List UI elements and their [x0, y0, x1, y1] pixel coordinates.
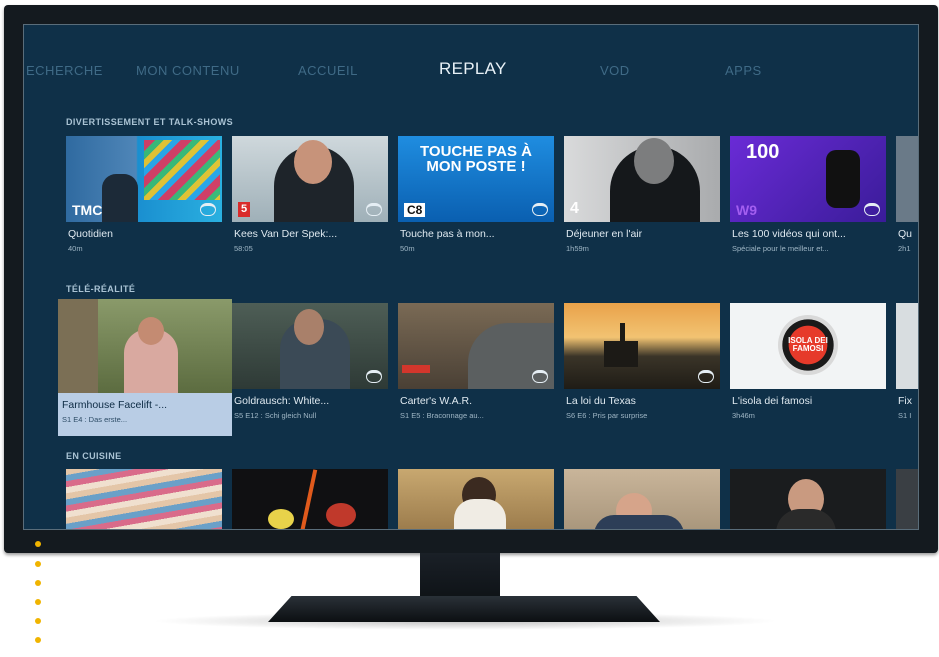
card-subtitle: 1h59m	[566, 244, 589, 253]
card-subtitle: 40m	[68, 244, 83, 253]
card-goldrausch[interactable]: Goldrausch: White... S5 E12 : Schi gleic…	[232, 303, 388, 420]
tv-stand-base	[268, 596, 660, 622]
card-subtitle: 58:05	[234, 244, 253, 253]
card-thumbnail: ISOLA DEI FAMOSI	[730, 303, 886, 389]
tv-screen: ECHERCHE MON CONTENU ACCUEIL REPLAY VOD …	[23, 24, 919, 530]
tv-stand-neck	[420, 553, 500, 601]
card-cuisine-1[interactable]	[66, 469, 222, 529]
card-kees-van-der-spek[interactable]: 5 Kees Van Der Spek:... 58:05	[232, 136, 388, 253]
card-title: Carter's W.A.R.	[400, 395, 473, 407]
card-title: Fix	[898, 395, 912, 407]
card-subtitle: S1 I	[898, 411, 912, 420]
replay-icon	[366, 203, 382, 216]
nav-item-mon-contenu[interactable]: MON CONTENU	[136, 63, 240, 78]
card-title: Goldrausch: White...	[234, 395, 330, 407]
nav-item-vod[interactable]: VOD	[600, 63, 630, 78]
card-title: Farmhouse Facelift -...	[62, 399, 168, 411]
channel-logo: 4	[570, 200, 579, 217]
card-title: Les 100 vidéos qui ont...	[732, 228, 846, 240]
card-isola-dei-famosi[interactable]: ISOLA DEI FAMOSI L'isola dei famosi 3h46…	[730, 303, 886, 420]
card-thumbnail	[398, 303, 554, 389]
card-les-100-videos[interactable]: 100 W9 Les 100 vidéos qui ont... Spécial…	[730, 136, 886, 253]
card-subtitle: S6 E6 : Pris par surprise	[566, 411, 648, 420]
card-cuisine-4[interactable]	[564, 469, 720, 529]
card-subtitle: 3h46m	[732, 411, 755, 420]
card-quotidien[interactable]: TMC Quotidien 40m	[66, 136, 222, 253]
card-dejeuner-en-l-air[interactable]: 4 Déjeuner en l'air 1h59m	[564, 136, 720, 253]
card-thumbnail: 4	[564, 136, 720, 222]
card-subtitle: Spéciale pour le meilleur et...	[732, 244, 829, 253]
card-thumbnail	[232, 469, 388, 529]
card-title: La loi du Texas	[566, 395, 636, 407]
channel-logo: TMC	[72, 202, 103, 218]
card-title: L'isola dei famosi	[732, 395, 813, 407]
card-thumbnail	[896, 303, 918, 389]
nav-item-accueil[interactable]: ACCUEIL	[298, 63, 358, 78]
card-subtitle: S1 E5 : Braconnage au...	[400, 411, 484, 420]
card-partial[interactable]	[896, 469, 918, 529]
card-touche-pas-a-mon-poste[interactable]: TOUCHE PAS À MON POSTE ! C8 Touche pas à…	[398, 136, 554, 253]
card-title: Kees Van Der Spek:...	[234, 228, 338, 240]
section-title-en-cuisine: EN CUISINE	[66, 451, 122, 461]
card-cuisine-3[interactable]	[398, 469, 554, 529]
card-title: Quotidien	[68, 228, 113, 240]
card-thumbnail: 100 W9	[730, 136, 886, 222]
thumbnail-text: 100	[746, 141, 780, 163]
thumbnail-text: TOUCHE PAS À MON POSTE !	[420, 143, 532, 175]
card-thumbnail	[66, 469, 222, 529]
channel-logo: C8	[404, 203, 426, 217]
card-title: Qu	[898, 228, 913, 240]
top-navigation: ECHERCHE MON CONTENU ACCUEIL REPLAY VOD …	[24, 59, 918, 89]
card-subtitle: 50m	[400, 244, 415, 253]
section-title-tele-realite: TÉLÉ-RÉALITÉ	[66, 284, 136, 294]
thumbnail-text: ISOLA DEI FAMOSI	[788, 336, 828, 353]
card-thumbnail	[232, 303, 388, 389]
replay-icon	[864, 203, 880, 216]
card-thumbnail: 5	[232, 136, 388, 222]
nav-item-apps[interactable]: APPS	[725, 63, 762, 78]
section-title-divertissement: DIVERTISSEMENT ET TALK-SHOWS	[66, 117, 234, 127]
card-subtitle: 2h1	[898, 244, 911, 253]
card-thumbnail	[58, 299, 232, 393]
channel-logo: W9	[736, 202, 757, 218]
replay-icon	[698, 370, 714, 383]
replay-icon	[532, 370, 548, 383]
card-la-loi-du-texas[interactable]: La loi du Texas S6 E6 : Pris par surpris…	[564, 303, 720, 420]
card-subtitle: S1 E4 : Das erste...	[62, 415, 128, 424]
card-thumbnail	[730, 469, 886, 529]
card-title: Déjeuner en l'air	[566, 228, 643, 240]
card-thumbnail: TMC	[66, 136, 222, 222]
card-cuisine-5[interactable]	[730, 469, 886, 529]
replay-icon	[532, 203, 548, 216]
card-subtitle: S5 E12 : Schi gleich Null	[234, 411, 317, 420]
card-thumbnail	[896, 136, 918, 222]
replay-icon	[366, 370, 382, 383]
card-thumbnail	[896, 469, 918, 529]
card-carters-war[interactable]: Carter's W.A.R. S1 E5 : Braconnage au...	[398, 303, 554, 420]
card-cuisine-2[interactable]	[232, 469, 388, 529]
card-thumbnail	[398, 469, 554, 529]
card-thumbnail	[564, 469, 720, 529]
card-title: Touche pas à mon...	[400, 228, 495, 240]
nav-item-replay[interactable]: REPLAY	[439, 59, 507, 79]
card-thumbnail: TOUCHE PAS À MON POSTE ! C8	[398, 136, 554, 222]
card-partial[interactable]: Fix S1 I	[896, 303, 918, 420]
replay-icon	[200, 203, 216, 216]
channel-logo: 5	[238, 202, 251, 217]
card-farmhouse-facelift[interactable]: Farmhouse Facelift -... S1 E4 : Das erst…	[58, 299, 232, 436]
nav-item-recherche[interactable]: ECHERCHE	[26, 63, 103, 78]
card-partial[interactable]: Qu 2h1	[896, 136, 918, 253]
card-thumbnail	[564, 303, 720, 389]
